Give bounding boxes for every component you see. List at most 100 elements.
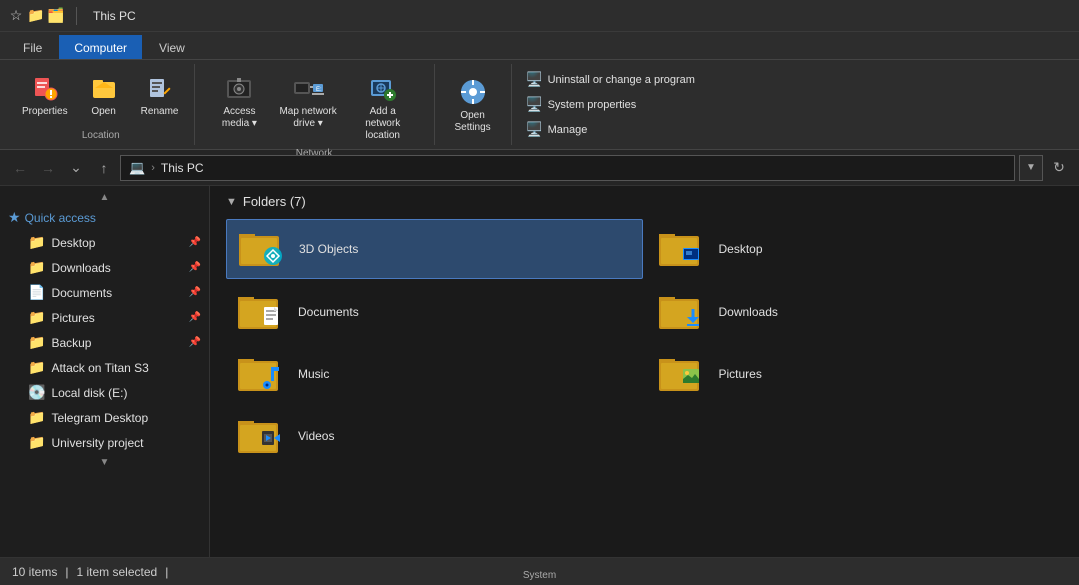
folder-documents[interactable]: Documents	[226, 283, 643, 341]
scroll-up-button[interactable]: ▲	[0, 190, 209, 205]
folder-desktop[interactable]: Desktop	[647, 219, 1064, 279]
properties-button[interactable]: Properties	[16, 68, 74, 122]
videos-icon	[238, 415, 286, 457]
sidebar-item-local-disk[interactable]: 💽 Local disk (E:)	[0, 380, 209, 405]
tab-view[interactable]: View	[144, 35, 200, 59]
sidebar-item-attack-on-titan[interactable]: 📁 Attack on Titan S3	[0, 355, 209, 380]
sidebar-downloads-label: Downloads	[51, 261, 110, 275]
sidebar-item-backup[interactable]: 📁 Backup 📌	[0, 330, 209, 355]
main-content: ▲ ★ Quick access 📁 Desktop 📌 📁 Downloads…	[0, 186, 1079, 557]
scroll-down-button[interactable]: ▼	[0, 455, 209, 470]
quick-access-header[interactable]: ★ Quick access	[0, 205, 209, 230]
add-network-location-icon	[367, 72, 399, 104]
title-bar-separator	[76, 7, 77, 25]
sidebar-item-desktop[interactable]: 📁 Desktop 📌	[0, 230, 209, 255]
sidebar-pictures-label: Pictures	[51, 311, 94, 325]
ribbon-group-system: OpenSettings 🖥️ Uninstall or change a pr…	[435, 64, 709, 145]
pictures-folder-label: Pictures	[719, 367, 762, 381]
folder-downloads[interactable]: Downloads	[647, 283, 1064, 341]
refresh-button[interactable]: ↻	[1047, 156, 1071, 180]
telegram-folder-icon: 📁	[28, 409, 45, 426]
sidebar-documents-label: Documents	[51, 286, 112, 300]
documents-folder-label: Documents	[298, 305, 359, 319]
access-media-button[interactable]: Accessmedia ▾	[209, 68, 269, 134]
location-buttons: Properties Open	[16, 68, 186, 128]
item-count: 10 items	[12, 565, 57, 579]
pictures-icon	[659, 353, 707, 395]
sidebar-university-label: University project	[51, 436, 143, 450]
3d-objects-label: 3D Objects	[299, 242, 358, 256]
rename-button[interactable]: Rename	[134, 68, 186, 122]
desktop-folder-icon: 📁	[28, 234, 45, 251]
sidebar-item-downloads[interactable]: 📁 Downloads 📌	[0, 255, 209, 280]
sidebar-backup-label: Backup	[51, 336, 91, 350]
address-input[interactable]: 💻 › This PC	[120, 155, 1015, 181]
tab-file[interactable]: File	[8, 35, 57, 59]
sidebar-item-telegram[interactable]: 📁 Telegram Desktop	[0, 405, 209, 430]
sidebar-telegram-label: Telegram Desktop	[51, 411, 148, 425]
system-label: System	[523, 570, 556, 581]
status-separator-1: |	[65, 565, 68, 579]
title-bar-title: This PC	[93, 9, 136, 23]
music-folder-label: Music	[298, 367, 329, 381]
map-network-drive-button[interactable]: E: Map networkdrive ▾	[273, 68, 342, 134]
address-bar: ← → ⌄ ↑ 💻 › This PC ▼ ↻	[0, 150, 1079, 186]
access-media-icon	[223, 72, 255, 104]
sidebar-item-university[interactable]: 📁 University project	[0, 430, 209, 455]
status-separator-2: |	[165, 565, 168, 579]
open-button[interactable]: Open	[78, 68, 130, 122]
open-settings-icon	[457, 76, 489, 108]
sidebar-aot-label: Attack on Titan S3	[51, 361, 148, 375]
file-explorer-icon[interactable]: 📁	[28, 8, 44, 24]
backup-pin-icon: 📌	[189, 337, 201, 348]
svg-text:E:: E:	[316, 87, 322, 93]
ribbon-tabs: File Computer View	[0, 32, 1079, 60]
expand-button[interactable]: ⌄	[64, 156, 88, 180]
desktop-folder-label: Desktop	[719, 242, 763, 256]
folders-section-header: ▼ Folders (7)	[226, 194, 1063, 209]
folder-music[interactable]: Music	[226, 345, 643, 403]
3d-objects-icon	[239, 228, 287, 270]
uninstall-program-button[interactable]: 🖥️ Uninstall or change a program	[520, 68, 701, 92]
title-bar-icons: ☆ 📁 🗂️	[8, 8, 64, 24]
folder-icon[interactable]: 🗂️	[48, 8, 64, 24]
back-button[interactable]: ←	[8, 156, 32, 180]
music-icon	[238, 353, 286, 395]
folder-3d-objects[interactable]: 3D Objects	[226, 219, 643, 279]
sidebar-item-documents[interactable]: 📄 Documents 📌	[0, 280, 209, 305]
system-properties-label: System properties	[548, 99, 637, 111]
open-settings-button[interactable]: OpenSettings	[447, 72, 499, 138]
sidebar-item-pictures[interactable]: 📁 Pictures 📌	[0, 305, 209, 330]
uninstall-program-icon: 🖥️	[526, 71, 544, 89]
section-chevron-icon: ▼	[226, 196, 237, 208]
system-properties-button[interactable]: 🖥️ System properties	[520, 93, 701, 117]
open-settings-label: OpenSettings	[455, 110, 491, 134]
forward-button[interactable]: →	[36, 156, 60, 180]
local-disk-icon: 💽	[28, 384, 45, 401]
sidebar-desktop-label: Desktop	[51, 236, 95, 250]
folder-videos[interactable]: Videos	[226, 407, 643, 465]
ribbon-group-location: Properties Open	[8, 64, 195, 145]
map-network-drive-icon: E:	[292, 72, 324, 104]
tab-computer[interactable]: Computer	[59, 35, 142, 59]
desktop-icon	[659, 228, 707, 270]
location-label: Location	[82, 130, 120, 141]
open-label: Open	[91, 106, 115, 118]
network-buttons: Accessmedia ▾ E: Map networkdrive ▾	[209, 68, 418, 146]
up-button[interactable]: ↑	[92, 156, 116, 180]
desktop-pin-icon: 📌	[189, 237, 201, 248]
documents-pin-icon: 📌	[189, 287, 201, 298]
path-text: This PC	[161, 161, 204, 175]
address-dropdown-button[interactable]: ▼	[1019, 155, 1043, 181]
manage-label: Manage	[548, 124, 588, 136]
quick-access-star: ★	[8, 209, 21, 226]
manage-button[interactable]: 🖥️ Manage	[520, 118, 701, 142]
sidebar: ▲ ★ Quick access 📁 Desktop 📌 📁 Downloads…	[0, 186, 210, 557]
properties-label: Properties	[22, 106, 68, 118]
backup-folder-icon: 📁	[28, 334, 45, 351]
videos-folder-label: Videos	[298, 429, 334, 443]
ribbon-group-network: Accessmedia ▾ E: Map networkdrive ▾	[195, 64, 435, 145]
folder-pictures[interactable]: Pictures	[647, 345, 1064, 403]
add-network-location-button[interactable]: Add a networklocation	[347, 68, 419, 146]
quick-access-icon[interactable]: ☆	[8, 8, 24, 24]
